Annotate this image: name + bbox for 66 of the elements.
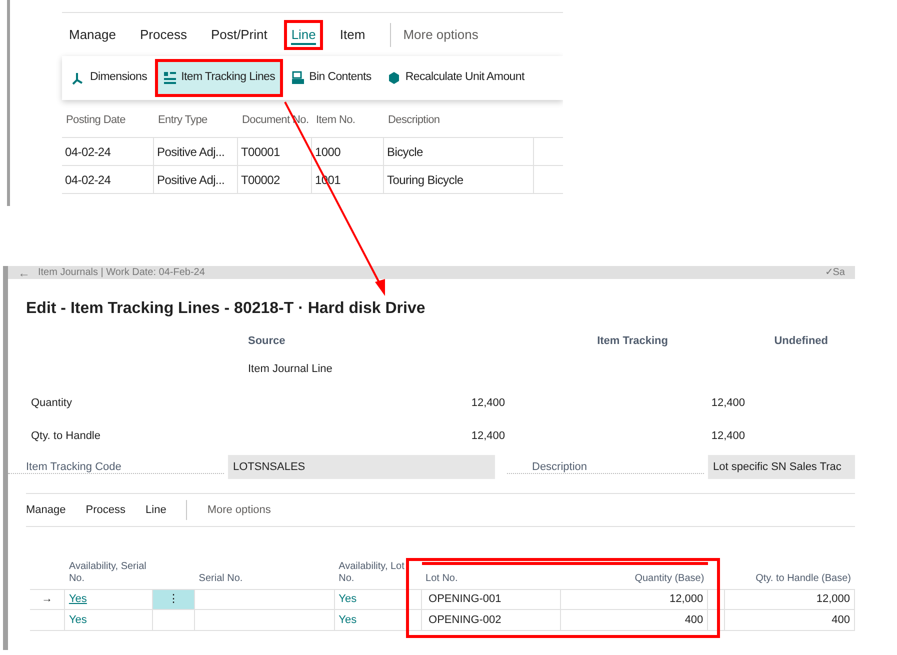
action-button[interactable]: Recalculate Unit Amount [379,59,532,97]
link[interactable]: Yes [338,612,357,628]
hexagon-icon [387,71,402,85]
more-options-button[interactable]: More options [207,502,271,518]
list-icon [163,71,178,85]
menu-tab[interactable]: Manage [62,20,123,50]
column-header: Item Tracking [596,334,668,349]
check-icon: ✓ [824,266,833,279]
breadcrumb: Item Journals | Work Date: 04-Feb-24 [38,266,205,279]
menu-tab[interactable]: Process [132,20,194,50]
column-header: Entry Type [157,113,208,128]
link[interactable]: Yes [68,591,87,608]
menu-tab[interactable]: Process [86,502,126,518]
row-label: Quantity [30,396,73,412]
table-cell: Bicycle [384,138,534,165]
read-only-field: LOTSNSALES [228,455,495,479]
source-name: Item Journal Line [248,362,332,377]
table-cell-text: OPENING-002 [428,612,502,628]
column-header: Posting Date [65,113,126,128]
table-cell: T00001 [238,138,312,165]
table-cell-text: 12,000 [670,592,704,608]
value-cell-text: 12,400 [710,429,745,444]
column-header: Quantity (Base) [561,562,708,585]
table-cell: T00002 [238,166,312,193]
column-header: Source [248,334,286,349]
value-cell-text: 12,400 [470,429,505,444]
column-header: Serial No. [198,573,244,585]
link[interactable]: Yes [338,591,357,608]
field-label: Description [507,460,704,474]
column-header: Availability, Lot No. [338,561,406,585]
read-only-field: Lot specific SN Sales Trac [708,455,855,479]
save-status: Sa [832,266,845,279]
row-pointer-icon: → [41,591,52,608]
column-header: Undefined [773,334,829,349]
table-cell: Positive Adj... [154,138,238,165]
column-header: Lot No. [422,562,562,585]
table-cell-text: 12,000 [816,592,850,608]
back-button[interactable]: ← [18,266,30,278]
value-cell-text: 12,400 [470,396,505,412]
table-cell: 04-02-24 [62,166,154,193]
table-cell: Touring Bicycle [384,166,534,193]
table-cell: Positive Adj... [154,166,238,193]
action-button[interactable]: Dimensions [64,59,156,97]
table-cell-text: 400 [832,612,850,628]
field-label: Item Tracking Code [8,460,224,474]
value-cell-text: 12,400 [710,396,745,412]
column-header: Item No. [315,113,356,128]
table-cell: 1000 [312,138,384,165]
box-icon [291,71,306,85]
link[interactable]: Yes [68,612,87,628]
action-button[interactable]: Bin Contents [283,59,380,97]
more-options-button[interactable]: More options [399,24,482,44]
menu-tab[interactable]: Line [146,502,166,518]
action-button[interactable]: Item Tracking Lines [155,59,284,97]
column-header: Availability, Serial No. [68,561,148,585]
menu-tab[interactable]: Post/Print [204,20,274,50]
column-header: Description [387,113,441,128]
row-label: Qty. to Handle [30,429,102,444]
table-cell-text: OPENING-001 [428,592,502,608]
table-cell-text: 400 [684,612,704,628]
menu-tab[interactable]: Line [284,20,323,50]
table-cell: 04-02-24 [62,138,154,165]
column-header: Qty. to Handle (Base) [754,573,852,585]
dialog-title: Edit - Item Tracking Lines - 80218-T · Hard disk Drive [25,299,426,319]
menu-tab[interactable]: Item [332,20,372,50]
menu-tab[interactable]: Manage [26,502,66,518]
